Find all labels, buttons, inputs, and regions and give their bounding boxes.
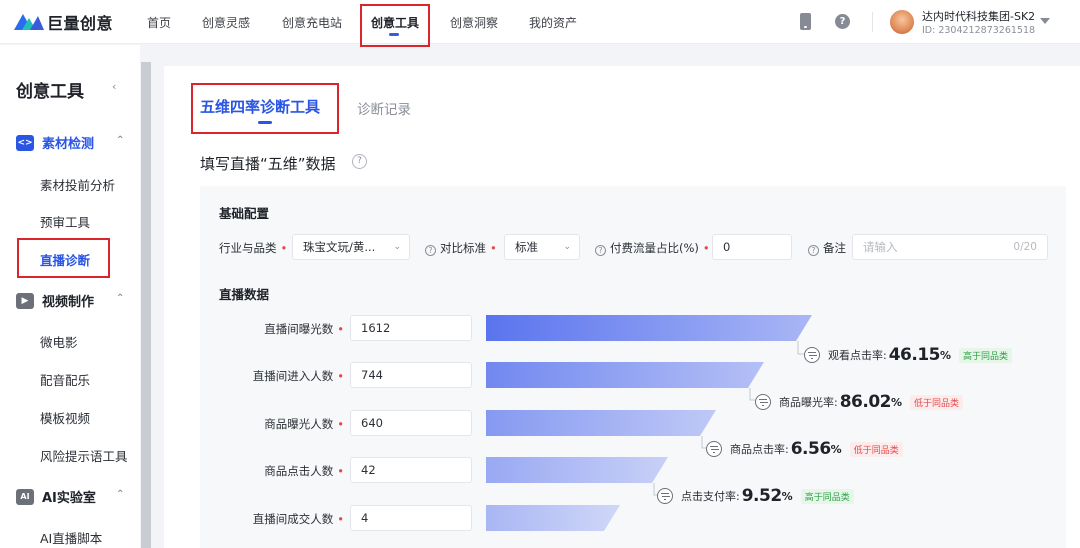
rate-product-exposure: 商品曝光率: 86.02% 低于同品类 [755, 392, 964, 412]
chevron-down-icon: ⌄ [393, 242, 401, 252]
funnel-label-exposure: 直播间曝光数 • [264, 322, 344, 336]
account-id: ID: 2304212873261518 [922, 25, 1036, 36]
funnel-label-entries: 直播间进入人数 • [252, 369, 344, 383]
help-circle-icon[interactable]: ? [808, 245, 819, 256]
industry-label: 行业与品类 • [219, 241, 288, 255]
avatar[interactable] [890, 10, 914, 34]
sidebar-item-risk-notice-tool[interactable]: 风险提示语工具 [40, 446, 128, 465]
industry-select[interactable]: 珠宝文玩/黄... ⌄ [292, 234, 410, 260]
sidebar-title: 创意工具 [16, 82, 84, 102]
product-clicks-input[interactable]: 42 [350, 457, 472, 483]
sidebar-group-video-production[interactable]: ▶ 视频制作 ⌃ [16, 291, 124, 310]
collapse-sidebar-icon[interactable]: ‹ [112, 80, 116, 93]
sidebar-item-template-video[interactable]: 模板视频 [40, 408, 90, 427]
mobile-icon[interactable] [800, 13, 811, 30]
status-badge: 高于同品类 [800, 488, 854, 504]
highlight-box-tab [191, 83, 339, 134]
status-badge: 低于同品类 [849, 441, 903, 457]
help-circle-icon[interactable]: ? [595, 245, 606, 256]
filter-icon [657, 488, 673, 504]
sidebar-group-ai-lab[interactable]: AI AI实验室 ⌃ [16, 487, 124, 506]
highlight-box-sidebar [17, 238, 110, 278]
top-nav-bar: 巨量创意 首页 创意灵感 创意充电站 创意工具 创意洞察 我的资产 ? 达内时代… [0, 0, 1080, 44]
nav-home[interactable]: 首页 [147, 14, 171, 31]
product-exposure-input[interactable]: 640 [350, 410, 472, 436]
sidebar-item-review-tool[interactable]: 预审工具 [40, 212, 90, 231]
exposure-input[interactable]: 1612 [350, 315, 472, 341]
compare-label: ? 对比标准 • [425, 240, 497, 256]
help-icon[interactable]: ? [835, 14, 850, 29]
sidebar-item-micro-film[interactable]: 微电影 [40, 332, 78, 351]
code-icon: <> [16, 134, 34, 151]
rate-click-pay: 点击支付率: 9.52% 高于同品类 [657, 486, 854, 506]
rate-view-click: 观看点击率: 46.15% 高于同品类 [804, 345, 1013, 365]
section-basic-config: 基础配置 [219, 206, 270, 221]
nav-inspiration[interactable]: 创意灵感 [202, 14, 250, 31]
play-icon: ▶ [16, 292, 34, 309]
account-name[interactable]: 达内时代科技集团-SK2 [922, 8, 1035, 24]
highlight-box-nav [360, 4, 430, 47]
help-circle-icon[interactable]: ? [352, 154, 367, 169]
form-title: 填写直播“五维”数据 [200, 155, 336, 173]
paid-traffic-label: ? 付费流量占比(%) • [595, 240, 710, 256]
filter-icon [755, 394, 771, 410]
filter-icon [706, 441, 722, 457]
nav-insight[interactable]: 创意洞察 [450, 14, 498, 31]
filter-icon [804, 347, 820, 363]
chevron-down-icon: ⌄ [563, 242, 571, 252]
brand-logo[interactable]: 巨量创意 [14, 11, 113, 33]
compare-select[interactable]: 标准 ⌄ [504, 234, 580, 260]
brand-name: 巨量创意 [47, 14, 114, 33]
nav-divider [872, 12, 873, 32]
sidebar-group-label: AI实验室 [42, 491, 96, 506]
chevron-down-icon[interactable] [1040, 18, 1050, 24]
note-input[interactable]: 请输入 0/20 [852, 234, 1048, 260]
sidebar-group-label: 素材检测 [42, 137, 95, 152]
tab-diagnosis-history[interactable]: 诊断记录 [357, 98, 411, 118]
chevron-up-icon: ⌃ [116, 135, 125, 146]
funnel-label-product-exposure: 商品曝光人数 • [264, 417, 344, 431]
sidebar-item-ai-live-script[interactable]: AI直播脚本 [40, 528, 102, 547]
status-badge: 低于同品类 [910, 394, 964, 410]
sidebar-group-label: 视频制作 [42, 295, 95, 310]
note-char-count: 0/20 [1013, 241, 1037, 253]
rate-product-click: 商品点击率: 6.56% 低于同品类 [706, 439, 903, 459]
conversions-input[interactable]: 4 [350, 505, 472, 531]
sidebar-scrollbar[interactable] [141, 62, 151, 548]
sidebar-item-preflight-analysis[interactable]: 素材投前分析 [40, 175, 115, 194]
funnel-label-product-clicks: 商品点击人数 • [264, 464, 344, 478]
status-badge: 高于同品类 [959, 347, 1013, 363]
nav-charging-station[interactable]: 创意充电站 [282, 14, 342, 31]
help-circle-icon[interactable]: ? [425, 245, 436, 256]
chevron-up-icon: ⌃ [116, 293, 125, 304]
note-label: ? 备注 [808, 240, 846, 256]
sidebar-item-dubbing-music[interactable]: 配音配乐 [40, 370, 90, 389]
funnel-label-conversions: 直播间成交人数 • [252, 512, 344, 526]
ai-icon: AI [16, 488, 34, 505]
section-live-data: 直播数据 [219, 287, 270, 302]
paid-traffic-input[interactable]: 0 [712, 234, 792, 260]
sidebar-group-material-check[interactable]: <> 素材检测 ⌃ [16, 133, 124, 152]
nav-my-assets[interactable]: 我的资产 [529, 14, 577, 31]
chevron-up-icon: ⌃ [116, 489, 125, 500]
brand-logo-icon [14, 14, 44, 30]
entries-input[interactable]: 744 [350, 362, 472, 388]
